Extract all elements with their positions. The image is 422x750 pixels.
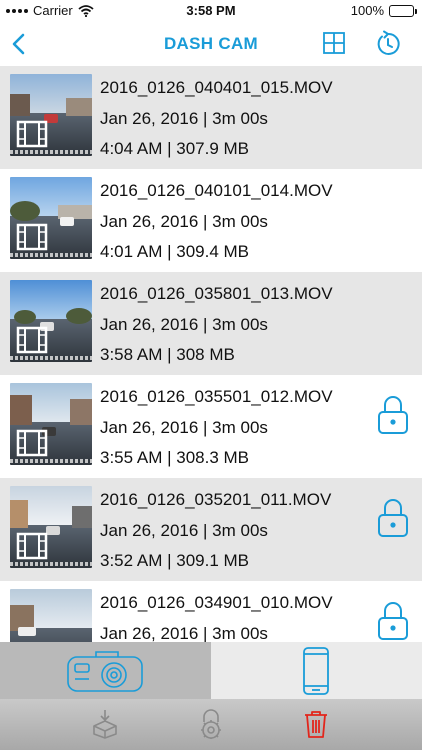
file-name: 2016_0126_040101_014.MOV <box>100 181 333 200</box>
battery-percent: 100% <box>350 3 384 18</box>
lock-button[interactable] <box>377 395 409 435</box>
lock-icon <box>378 499 408 537</box>
grid-icon <box>323 32 345 54</box>
dash-camera-icon <box>67 651 143 692</box>
battery-icon <box>389 4 417 17</box>
file-time-size: 4:01 AM | 309.4 MB <box>100 242 249 261</box>
file-time-size: 3:58 AM | 308 MB <box>100 345 235 364</box>
file-list[interactable]: 2016_0126_040401_015.MOV Jan 26, 2016 | … <box>0 66 422 642</box>
lock-icon <box>378 396 408 434</box>
download-box-icon <box>93 710 117 739</box>
list-item[interactable]: 2016_0126_035501_012.MOV Jan 26, 2016 | … <box>0 375 422 478</box>
file-time-size: 3:55 AM | 308.3 MB <box>100 448 249 467</box>
file-name: 2016_0126_034901_010.MOV <box>100 593 333 612</box>
source-selector <box>0 642 422 699</box>
list-item[interactable]: 2016_0126_034901_010.MOV Jan 26, 2016 | … <box>0 581 422 642</box>
video-thumbnail <box>10 280 92 362</box>
video-thumbnail <box>10 74 92 156</box>
list-item[interactable]: 2016_0126_040101_014.MOV Jan 26, 2016 | … <box>0 169 422 272</box>
file-name: 2016_0126_035201_011.MOV <box>100 490 332 509</box>
protect-button[interactable] <box>197 709 225 739</box>
history-button[interactable] <box>374 30 402 58</box>
video-thumbnail <box>10 383 92 465</box>
trash-icon <box>305 711 327 738</box>
status-bar: Carrier 3:58 PM 100% <box>0 0 422 22</box>
lock-button[interactable] <box>377 498 409 538</box>
file-date-duration: Jan 26, 2016 | 3m 00s <box>100 109 268 128</box>
tab-dash-camera[interactable] <box>0 642 211 699</box>
action-toolbar <box>0 699 422 750</box>
video-thumbnail <box>10 177 92 259</box>
film-strip-icon <box>16 326 48 354</box>
video-thumbnail <box>10 589 92 642</box>
film-strip-icon <box>16 120 48 148</box>
grid-view-button[interactable] <box>322 31 346 55</box>
file-date-duration: Jan 26, 2016 | 3m 00s <box>100 418 268 437</box>
phone-icon <box>303 647 329 695</box>
file-date-duration: Jan 26, 2016 | 3m 00s <box>100 624 268 642</box>
file-time-size: 4:04 AM | 307.9 MB <box>100 139 249 158</box>
delete-button[interactable] <box>302 709 330 739</box>
tab-phone[interactable] <box>211 642 422 699</box>
nav-bar: DASH CAM <box>0 22 422 66</box>
list-item[interactable]: 2016_0126_035201_011.MOV Jan 26, 2016 | … <box>0 478 422 581</box>
list-item[interactable]: 2016_0126_035801_013.MOV Jan 26, 2016 | … <box>0 272 422 375</box>
film-strip-icon <box>16 429 48 457</box>
lock-icon <box>378 602 408 640</box>
file-date-duration: Jan 26, 2016 | 3m 00s <box>100 521 268 540</box>
video-thumbnail <box>10 486 92 568</box>
film-strip-icon <box>16 532 48 560</box>
file-name: 2016_0126_040401_015.MOV <box>100 78 333 97</box>
film-strip-icon <box>16 223 48 251</box>
lock-button[interactable] <box>377 601 409 641</box>
lock-gear-icon <box>201 709 221 739</box>
file-time-size: 3:52 AM | 309.1 MB <box>100 551 249 570</box>
history-icon <box>377 30 400 55</box>
file-date-duration: Jan 26, 2016 | 3m 00s <box>100 212 268 231</box>
file-name: 2016_0126_035801_013.MOV <box>100 284 333 303</box>
download-button[interactable] <box>91 709 119 739</box>
page-title: DASH CAM <box>163 34 258 53</box>
battery-info: 100% <box>350 3 417 18</box>
list-item[interactable]: 2016_0126_040401_015.MOV Jan 26, 2016 | … <box>0 66 422 169</box>
file-name: 2016_0126_035501_012.MOV <box>100 387 333 406</box>
file-date-duration: Jan 26, 2016 | 3m 00s <box>100 315 268 334</box>
